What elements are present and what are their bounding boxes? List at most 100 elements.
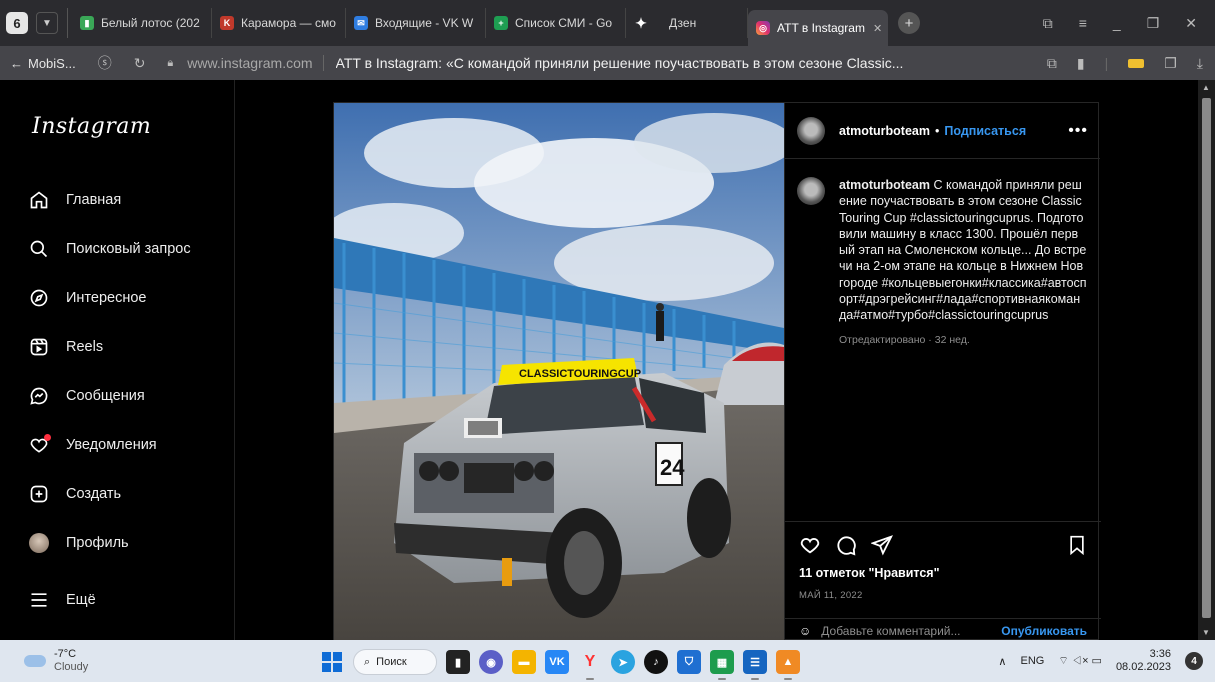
tab-label: Дзен [669,16,697,30]
profile-avatar-wrap [28,532,50,554]
scroll-thumb[interactable] [1202,98,1211,618]
tab-count-button[interactable]: 6 [6,12,28,34]
minimize-icon[interactable]: _ [1113,15,1121,31]
tiktok-icon[interactable]: ♪ [644,650,668,674]
tabs-dropdown-button[interactable]: ▼ [36,12,58,34]
language-indicator[interactable]: ENG [1020,655,1044,667]
security-shield-icon[interactable]: ⛉ [677,650,701,674]
instagram-page: Instagram Главная Поисковый запрос Интер… [0,80,1215,640]
sidebar-item-label: Главная [66,192,122,208]
instagram-logo[interactable]: Instagram [32,114,151,139]
protect-icon[interactable]: ⓢ [98,53,112,73]
likes-count[interactable]: 11 отметок "Нравится" [799,566,940,580]
tv-icon: ▮ [80,16,94,30]
sidebar-item-label: Профиль [66,535,129,551]
save-bookmark-icon[interactable] [1067,534,1087,561]
notification-dot [44,434,51,441]
sidebar-item-home[interactable]: Главная [28,186,121,214]
back-button[interactable]: ← MobiS... [10,56,76,71]
post-username[interactable]: atmoturboteam [839,124,930,138]
caption-text: atmoturboteam С командой приняли решение… [839,177,1087,324]
sidebar-item-more[interactable]: Ещё [28,586,96,614]
scroll-down-arrow-icon[interactable]: ▼ [1202,628,1210,637]
download-icon[interactable]: ⤓ [1197,55,1203,72]
page-scrollbar[interactable]: ▲ ▼ [1198,80,1215,640]
avatar[interactable] [797,177,825,205]
sidebar-item-notifications[interactable]: Уведомления [28,431,157,459]
tab-belyi-lotos[interactable]: ▮ Белый лотос (202 [72,8,212,38]
emoji-icon[interactable]: ☺ [799,624,811,638]
tab-label: ATT в Instagram [777,21,865,35]
url-host[interactable]: www.instagram.com [187,55,324,71]
reels-icon [28,336,50,358]
post-photo[interactable]: CLASSICTOURINGCUP 24 [334,103,784,640]
close-window-icon[interactable]: ✕ [1185,15,1197,32]
wifi-volume-battery-icons[interactable]: ⌔ ◁× ▭ [1058,654,1102,668]
sidebar-item-create[interactable]: Создать [28,480,121,508]
sidebar-item-label: Интересное [66,290,147,306]
file-explorer-icon[interactable]: ▬ [512,650,536,674]
instagram-icon: ◎ [756,21,770,35]
sidebar-item-reels[interactable]: Reels [28,333,103,361]
weather-widget[interactable]: -7°C Cloudy [24,648,88,674]
sidebar-item-label: Уведомления [66,437,157,453]
arrow-left-icon: ← [10,55,23,71]
reload-icon[interactable]: ↻ [134,55,146,72]
sidebar-item-messages[interactable]: Сообщения [28,382,145,410]
restore-icon[interactable]: ❐ [1147,15,1160,32]
tab-instagram-active[interactable]: ◎ ATT в Instagram ✕ [748,10,888,46]
tab-smi-list[interactable]: + Список СМИ - Go [486,8,626,38]
url-page-title[interactable]: ATT в Instagram: «С командой приняли реш… [336,55,946,71]
home-icon [28,189,50,211]
bookmark-icon[interactable]: ▮ [1077,55,1085,72]
caption-username[interactable]: atmoturboteam [839,178,930,192]
yandex-browser-icon[interactable]: Y [578,650,602,680]
cloud-icon [24,655,46,667]
share-send-icon[interactable] [870,534,893,561]
profile-icon[interactable]: ❐ [1164,55,1177,72]
spreadsheet-icon[interactable]: ▦ [710,650,734,680]
teams-chat-icon[interactable]: ◉ [479,650,503,674]
sidebar-item-explore[interactable]: Интересное [28,284,147,312]
avatar[interactable] [797,116,825,145]
image-app-icon[interactable]: ▲ [776,650,800,680]
sidebar-item-profile[interactable]: Профиль [28,529,129,557]
zen-icon: ✦ [635,14,647,31]
comment-input[interactable]: Добавьте комментарий... [821,624,960,638]
clock[interactable]: 3:36 08.02.2023 [1116,648,1171,674]
comment-icon[interactable] [835,534,857,561]
sidebar-item-label: Сообщения [66,388,145,404]
tab-zen[interactable]: ✦ Дзен [626,8,748,38]
follow-button[interactable]: Подписаться [944,124,1026,138]
lock-icon[interactable]: 🔒︎ [167,57,173,70]
scroll-up-arrow-icon[interactable]: ▲ [1202,83,1210,92]
publish-comment-button[interactable]: Опубликовать [1001,624,1087,638]
post-date: МАЙ 11, 2022 [799,590,863,601]
tab-karamora[interactable]: K Карамора — смо [212,8,346,38]
close-tab-icon[interactable]: ✕ [873,22,882,35]
clock-date: 08.02.2023 [1115,661,1171,673]
extensions-icon[interactable]: ⧉ [1043,15,1053,32]
clock-time: 3:36 [1149,648,1171,660]
chevron-up-icon[interactable]: ∧ [998,655,1006,668]
tab-label: Белый лотос (202 [101,16,200,30]
tab-vk-mail[interactable]: ✉ Входящие - VK W [346,8,486,38]
comment-input-row: ☺ Добавьте комментарий... Опубликовать [785,618,1101,640]
sheets-icon: + [494,16,508,30]
task-view-icon[interactable]: ▮ [446,650,470,674]
reader-mode-icon[interactable]: ⧉ [1047,55,1057,72]
sidebar-item-search[interactable]: Поисковый запрос [28,235,191,263]
windows-start-icon[interactable] [320,650,344,674]
more-options-icon[interactable]: ••• [1068,122,1088,140]
notification-center-badge[interactable]: 4 [1185,652,1203,670]
search-icon [28,238,50,260]
post-caption: atmoturboteam С командой приняли решение… [797,177,1087,346]
battery-saver-icon[interactable] [1128,58,1145,68]
document-icon[interactable]: ☰ [743,650,767,680]
new-tab-button[interactable]: + [898,12,920,34]
like-heart-icon[interactable] [799,534,821,561]
taskbar-search[interactable]: ⌕ Поиск [353,649,437,675]
menu-icon[interactable]: ≡ [1079,15,1087,31]
telegram-icon[interactable]: ➤ [611,650,635,674]
vk-icon[interactable]: VK [545,650,569,674]
